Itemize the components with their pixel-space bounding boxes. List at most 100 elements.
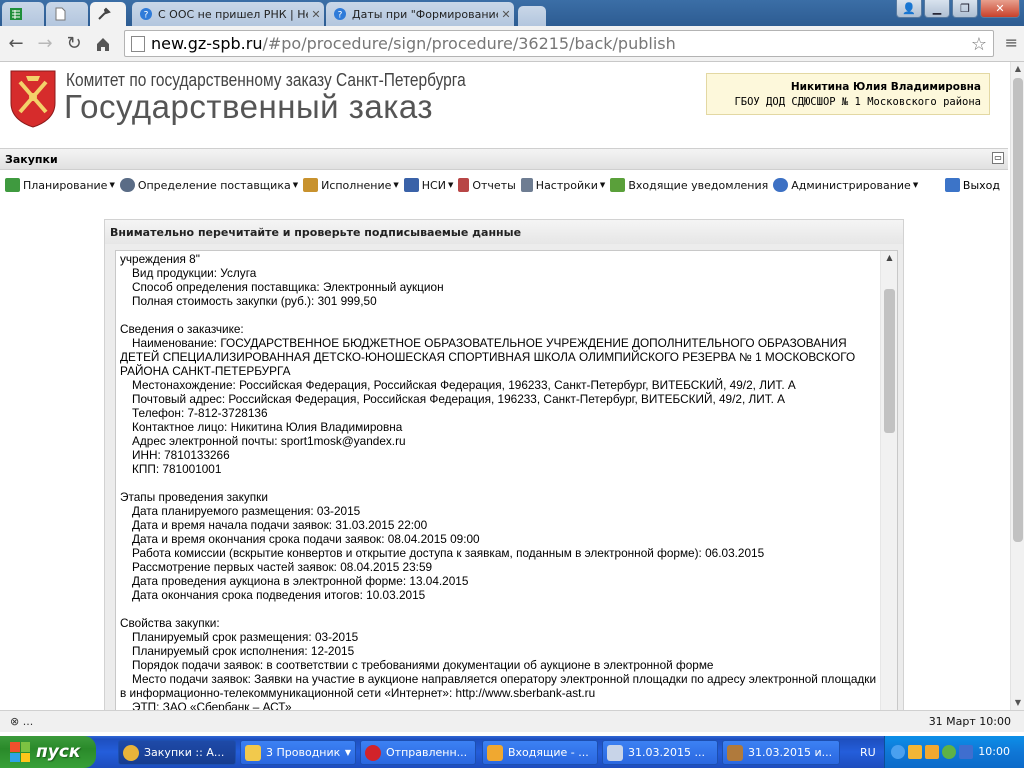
book-icon [403, 178, 419, 192]
address-bar[interactable]: new.gz-spb.ru/#po/procedure/sign/procedu… [124, 30, 994, 57]
scroll-down-icon[interactable]: ▼ [1011, 696, 1024, 710]
windows-flag-icon [10, 742, 30, 762]
document-line: Местонахождение: Российская Федерация, Р… [132, 378, 796, 392]
chevron-down-icon: ▼ [912, 181, 919, 189]
taskbar-item-explorer[interactable]: 3 Проводник ▼ [240, 740, 356, 765]
menu-item-nsi[interactable]: НСИ ▼ [403, 178, 453, 192]
menu-label: НСИ [421, 178, 446, 192]
tray-app-icon[interactable] [908, 745, 922, 759]
menu-item-reports[interactable]: Отчеты [458, 178, 516, 192]
url-host: new.gz-spb.ru [151, 34, 263, 53]
mail-icon [487, 744, 503, 761]
home-button[interactable] [90, 31, 116, 57]
document-line: Полная стоимость закупки (руб.): 301 999… [132, 294, 377, 308]
help-icon: ? [332, 6, 348, 22]
menu-label: Исполнение [321, 178, 392, 192]
document-line: Планируемый срок размещения: 03-2015 [132, 630, 359, 644]
tab-spreadsheet[interactable] [2, 2, 44, 26]
folder-icon [245, 744, 261, 761]
taskbar-item-opera[interactable]: Отправленн... [360, 740, 476, 765]
menu-item-notifications[interactable]: Входящие уведомления [610, 178, 768, 192]
page-icon [52, 6, 68, 22]
document-line: Контактное лицо: Никитина Юлия Владимиро… [132, 420, 403, 434]
back-button[interactable]: ← [3, 31, 29, 57]
scroll-thumb[interactable] [884, 289, 895, 433]
language-indicator[interactable]: RU [860, 746, 876, 759]
logout-button[interactable]: Выход [944, 178, 1000, 192]
bookmark-star-icon[interactable]: ☆ [971, 34, 987, 55]
chevron-down-icon: ▼ [344, 748, 351, 757]
document-scrollbar[interactable]: ▲ [880, 251, 897, 710]
user-icon[interactable]: 👤 [896, 0, 922, 18]
chevron-down-icon: ▼ [292, 181, 299, 189]
document-line: Сведения о заказчике: [120, 322, 244, 336]
tab-page[interactable] [46, 2, 88, 26]
close-tab-icon[interactable]: ✕ [498, 8, 514, 21]
status-left: ⊗ ... [10, 715, 34, 728]
document-line: Свойства закупки: [120, 616, 220, 630]
menu-item-admin[interactable]: Администрирование ▼ [773, 178, 918, 192]
forward-button[interactable]: → [32, 31, 58, 57]
tray-mail-icon[interactable] [925, 745, 939, 759]
taskbar-label: 31.03.2015 ... [628, 746, 705, 759]
chrome-icon [123, 744, 139, 761]
status-bar: ⊗ ... 31 Март 10:00 [0, 710, 1024, 732]
menu-item-supplier[interactable]: Определение поставщика ▼ [119, 178, 299, 192]
document-line: Дата проведения аукциона в электронной ф… [132, 574, 469, 588]
menu-item-planning[interactable]: Планирование ▼ [5, 178, 115, 192]
menu-label: Отчеты [472, 178, 516, 192]
page-scrollbar[interactable]: ▲ ▼ [1010, 62, 1024, 710]
close-window-button[interactable]: ✕ [980, 0, 1020, 18]
logout-icon [944, 178, 960, 192]
svg-text:?: ? [144, 11, 149, 21]
tray-security-icon[interactable] [959, 745, 973, 759]
menu-item-settings[interactable]: Настройки ▼ [520, 178, 605, 192]
page-info-icon[interactable] [131, 35, 145, 52]
taskbar-item-chrome[interactable]: Закупки :: А... [118, 740, 236, 765]
spb-coat-of-arms-logo [10, 70, 56, 128]
taskbar-item-archive[interactable]: 31.03.2015 и... [722, 740, 840, 765]
restore-button[interactable]: ❐ [952, 0, 978, 18]
collapse-panel-icon[interactable]: ▭ [992, 152, 1004, 164]
close-tab-icon[interactable]: ✕ [308, 8, 324, 21]
report-icon [458, 178, 470, 192]
document-line: Дата окончания срока подведения итогов: … [132, 588, 426, 602]
tab-active[interactable] [90, 2, 126, 26]
taskbar-item-document[interactable]: 31.03.2015 ... [602, 740, 718, 765]
main-menu: Планирование ▼ Определение поставщика ▼ Ис… [0, 172, 1008, 198]
tab-help-dates[interactable]: ? Даты при "Формирование И ✕ [326, 2, 514, 26]
tray-network-icon[interactable] [942, 745, 956, 759]
signed-data-textarea[interactable]: учреждения 8" Вид продукции: Услуга Способ… [115, 250, 898, 710]
start-label: пуск [36, 742, 81, 762]
taskbar-label: Закупки :: А... [144, 746, 225, 759]
tab-help-rnk[interactable]: ? С ООС не пришел РНК | Hel ✕ [132, 2, 324, 26]
scroll-up-icon[interactable]: ▲ [1011, 62, 1024, 76]
document-line: Вид продукции: Услуга [132, 266, 257, 280]
panel-title: Закупки [5, 153, 58, 166]
menu-label: Администрирование [791, 178, 911, 192]
document-line: Почтовый адрес: Российская Федерация, Ро… [132, 392, 786, 406]
document-line: Этапы проведения закупки [120, 490, 268, 504]
scroll-up-icon[interactable]: ▲ [881, 253, 897, 262]
document-line: ИНН: 7810133266 [132, 448, 230, 462]
window-controls: 👤 ▁ ❐ ✕ [896, 0, 1020, 18]
document-line: ЭТП: ЗАО «Сбербанк – АСТ» [132, 700, 292, 710]
taskbar-label: 31.03.2015 и... [748, 746, 833, 759]
taskbar-item-mail[interactable]: Входящие - ... [482, 740, 598, 765]
tray-back-icon[interactable] [891, 745, 905, 759]
document-line: Наименование: ГОСУДАРСТВЕННОЕ БЮДЖЕТНОЕ … [120, 336, 856, 378]
clock: 10:00 [978, 745, 1010, 758]
start-button[interactable]: пуск [0, 736, 96, 768]
menu-label: Входящие уведомления [628, 178, 769, 192]
minimize-button[interactable]: ▁ [924, 0, 950, 18]
sign-data-dialog: Внимательно перечитайте и проверьте подп… [104, 219, 904, 710]
menu-label: Определение поставщика [137, 178, 291, 192]
document-line: КПП: 781001001 [132, 462, 222, 476]
menu-item-execution[interactable]: Исполнение ▼ [303, 178, 399, 192]
page-scroll-thumb[interactable] [1013, 78, 1023, 542]
windows-taskbar: пуск Закупки :: А... 3 Проводник ▼ Отправ… [0, 736, 1024, 768]
new-tab-button[interactable] [518, 6, 546, 26]
reload-button[interactable]: ↻ [61, 31, 87, 57]
tab-title: С ООС не пришел РНК | Hel [158, 7, 308, 21]
chrome-menu-icon[interactable]: ≡ [1005, 33, 1018, 52]
